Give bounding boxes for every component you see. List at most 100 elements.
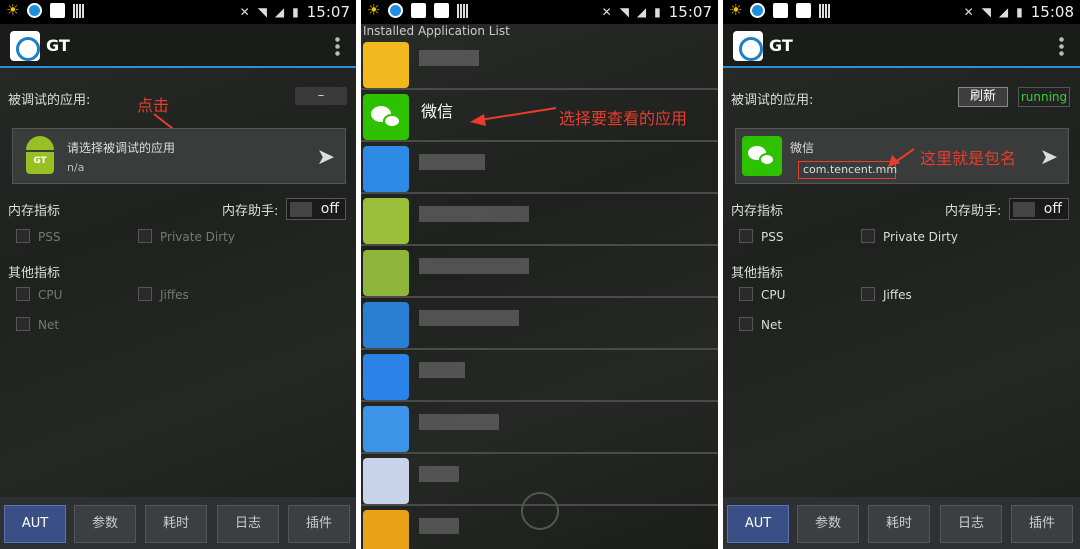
- other-section-title: 其他指标: [731, 266, 784, 281]
- home-button-icon[interactable]: [521, 492, 559, 530]
- list-item[interactable]: [361, 404, 718, 454]
- tab-params[interactable]: 参数: [74, 505, 136, 543]
- debug-app-label: 被调试的应用:: [731, 93, 814, 108]
- private-dirty-checkbox[interactable]: [861, 229, 875, 243]
- mute-icon: ✕: [239, 5, 250, 19]
- barcode-icon: [819, 3, 832, 18]
- app-icon: [363, 510, 409, 549]
- image-icon: [411, 3, 427, 18]
- private-dirty-label: Private Dirty: [883, 230, 958, 244]
- selected-app-name: 微信: [790, 141, 815, 155]
- screen-1: ☀ ✕ ◥ ◢ ▮ 15:07 GT 被调试的应用: – 点击 GT 请选择被调…: [0, 0, 356, 549]
- gt-logo-icon: [733, 31, 763, 61]
- net-label: Net: [38, 318, 60, 332]
- list-item[interactable]: [361, 40, 718, 90]
- package-name: com.tencent.mm: [798, 161, 897, 179]
- tab-plugins[interactable]: 插件: [1011, 505, 1073, 543]
- jiffes-label: Jiffes: [160, 288, 189, 302]
- pss-checkbox[interactable]: [739, 229, 753, 243]
- overflow-menu-icon[interactable]: [1059, 36, 1064, 56]
- tab-log[interactable]: 日志: [940, 505, 1002, 543]
- go-arrow-icon[interactable]: ➤: [317, 145, 335, 170]
- list-item[interactable]: [361, 300, 718, 350]
- list-item[interactable]: [361, 352, 718, 402]
- app-icon: [363, 146, 409, 192]
- overflow-menu-icon[interactable]: [335, 36, 340, 56]
- signal-icon: ◢: [636, 5, 647, 19]
- tab-params[interactable]: 参数: [797, 505, 859, 543]
- cpu-checkbox[interactable]: [739, 287, 753, 301]
- cpu-label: CPU: [38, 288, 63, 302]
- blurred-app-name: [419, 258, 529, 274]
- net-checkbox[interactable]: [16, 317, 30, 331]
- wifi-icon: ◥: [619, 5, 629, 19]
- tab-timing[interactable]: 耗时: [868, 505, 930, 543]
- select-app-text: 请选择被调试的应用: [67, 141, 176, 155]
- blurred-app-name: [419, 310, 519, 326]
- app-title: GT: [46, 36, 70, 55]
- blurred-app-name: [419, 50, 479, 66]
- select-app-box[interactable]: GT 请选择被调试的应用 n/a ➤: [12, 128, 346, 184]
- list-item[interactable]: [361, 196, 718, 246]
- signal-icon: ◢: [998, 5, 1009, 19]
- private-dirty-checkbox[interactable]: [138, 229, 152, 243]
- debug-app-label: 被调试的应用:: [8, 93, 91, 108]
- list-item[interactable]: [361, 248, 718, 298]
- clock: 15:07: [668, 3, 712, 21]
- refresh-button[interactable]: 刷新: [958, 87, 1008, 107]
- qq-icon: [388, 3, 404, 18]
- minus-button[interactable]: –: [295, 87, 347, 105]
- status-bar: ☀ ✕ ◥ ◢ ▮ 15:08: [723, 0, 1080, 24]
- tab-aut[interactable]: AUT: [727, 505, 789, 543]
- tab-log[interactable]: 日志: [217, 505, 279, 543]
- list-item[interactable]: [361, 144, 718, 194]
- wechat-icon: [742, 136, 782, 176]
- memory-helper-toggle[interactable]: off: [1009, 198, 1069, 220]
- app-icon: [363, 406, 409, 452]
- memory-section-title: 内存指标: [731, 204, 784, 219]
- go-arrow-icon[interactable]: ➤: [1040, 145, 1058, 170]
- other-section-title: 其他指标: [8, 266, 61, 281]
- qq-icon: [750, 3, 766, 18]
- blurred-app-name: [419, 466, 459, 482]
- battery-icon: ▮: [292, 5, 299, 19]
- blurred-app-name: [419, 414, 499, 430]
- clock: 15:07: [306, 3, 350, 21]
- memory-section-title: 内存指标: [8, 204, 61, 219]
- private-dirty-label: Private Dirty: [160, 230, 235, 244]
- tab-aut[interactable]: AUT: [4, 505, 66, 543]
- status-bar: ☀ ✕ ◥ ◢ ▮ 15:07: [361, 0, 718, 24]
- pss-checkbox[interactable]: [16, 229, 30, 243]
- weather-sun-icon: ☀: [367, 1, 381, 19]
- list-header: Installed Application List: [363, 24, 510, 38]
- app-icon: [363, 198, 409, 244]
- memory-helper-toggle[interactable]: off: [286, 198, 346, 220]
- action-bar: GT: [0, 24, 356, 68]
- selected-app-box[interactable]: 微信 com.tencent.mm 这里就是包名 ➤: [735, 128, 1069, 184]
- weather-sun-icon: ☀: [729, 1, 743, 19]
- memory-helper-label: 内存助手:: [222, 204, 279, 219]
- gt-logo-icon: [10, 31, 40, 61]
- jiffes-checkbox[interactable]: [861, 287, 875, 301]
- bottom-tab-bar: AUT 参数 耗时 日志 插件: [723, 497, 1080, 549]
- tab-timing[interactable]: 耗时: [145, 505, 207, 543]
- android-icon: GT: [23, 136, 57, 176]
- annotation-package: 这里就是包名: [920, 149, 1017, 168]
- gt-notification-icon: [434, 3, 450, 18]
- net-checkbox[interactable]: [739, 317, 753, 331]
- battery-icon: ▮: [654, 5, 661, 19]
- app-icon: [363, 302, 409, 348]
- status-bar: ☀ ✕ ◥ ◢ ▮ 15:07: [0, 0, 356, 24]
- tab-plugins[interactable]: 插件: [288, 505, 350, 543]
- pss-label: PSS: [38, 230, 61, 244]
- blurred-app-name: [419, 154, 485, 170]
- app-icon: [363, 250, 409, 296]
- signal-icon: ◢: [274, 5, 285, 19]
- annotation-select-app: 选择要查看的应用: [559, 109, 688, 128]
- bottom-tab-bar: AUT 参数 耗时 日志 插件: [0, 497, 356, 549]
- jiffes-checkbox[interactable]: [138, 287, 152, 301]
- app-name-wechat: 微信: [421, 102, 454, 121]
- wifi-icon: ◥: [981, 5, 991, 19]
- blurred-app-name: [419, 518, 459, 534]
- cpu-checkbox[interactable]: [16, 287, 30, 301]
